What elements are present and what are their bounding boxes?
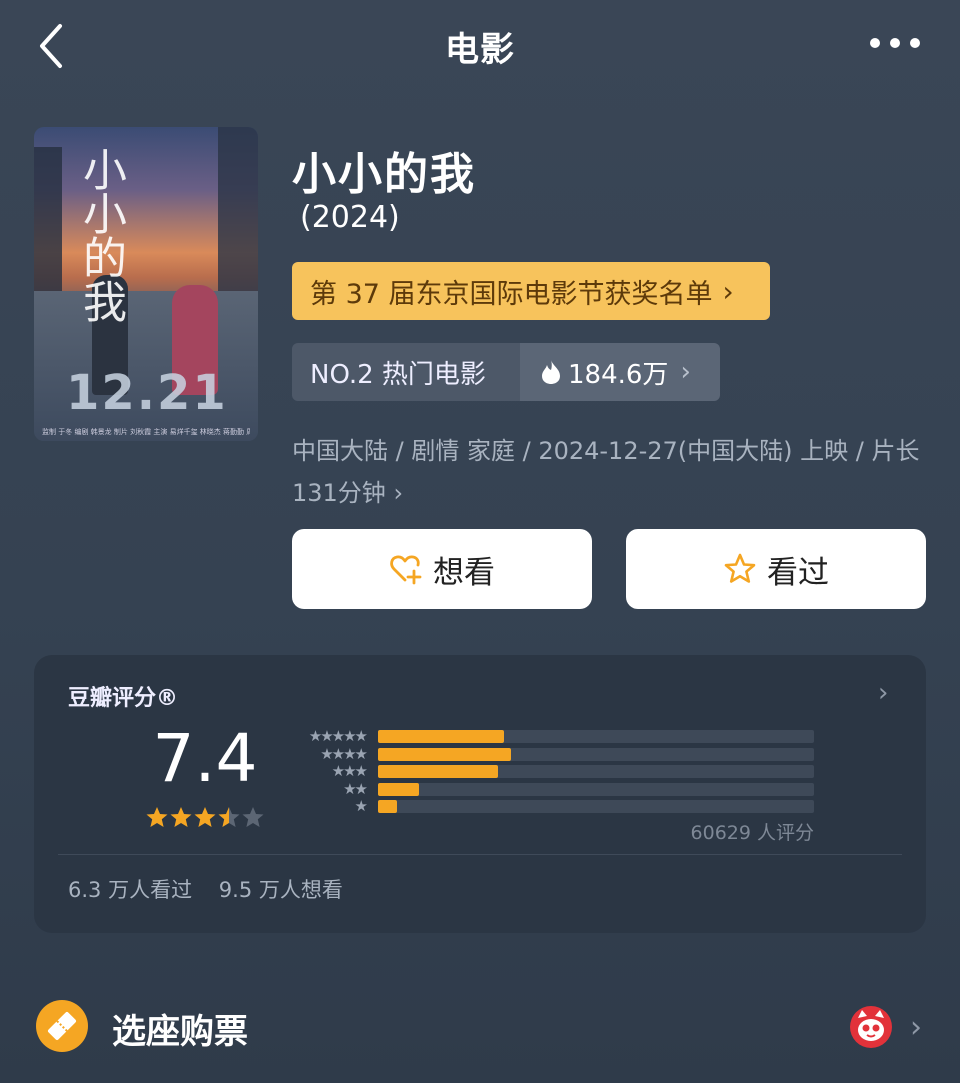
page-title: 电影 [445,30,515,70]
bar-fill [378,730,504,743]
bar-stars-label: ★ [354,797,368,815]
bar-fill [378,782,419,796]
rank-badge[interactable]: NO.2 热门电影 184.6万 › [292,343,720,401]
seen-count: 6.3 万人看过 [68,878,193,902]
flame-icon [542,360,560,384]
star-icon [242,807,264,827]
movie-title: 小小的我 [292,149,476,200]
rank-label: NO.2 热门电影 [292,343,520,401]
bar-fill [378,800,398,813]
bar-track [378,782,814,796]
divider [58,854,902,855]
want-label: 想看 [433,554,495,591]
heat-value: 184.6万 [568,359,669,390]
duration-text: 131分钟 [292,479,386,507]
heat-section: 184.6万 › [520,343,720,401]
movie-poster[interactable]: 小小的我 12.21 监制 于冬 编剧 韩景龙 制片 刘秋霞 主演 易烊千玺 林… [34,127,258,441]
bar-stars-label: ★★★★ [320,744,368,763]
poster-credits: 监制 于冬 编剧 韩景龙 制片 刘秋霞 主演 易烊千玺 林晓杰 蒋勤勤 周雨彤 [42,428,250,436]
award-banner-label: 第 37 届东京国际电影节获奖名单 [310,278,713,310]
buy-ticket-link[interactable]: 选座购票 [112,1004,248,1053]
rating-stars [146,806,264,828]
rating-source-label: 豆瓣评分® [68,686,179,711]
bar-track [378,747,814,761]
chevron-right-icon[interactable]: › [878,678,888,708]
bar-stars-label: ★★★ [331,762,368,780]
poster-title: 小小的我 [75,147,126,323]
chevron-right-icon[interactable]: › [910,1010,922,1045]
star-icon [146,807,168,827]
bar-fill [378,747,512,761]
bar-fill [378,765,498,778]
seen-label: 看过 [767,554,829,591]
more-options-button[interactable] [870,38,920,52]
more-dot-icon [910,38,920,48]
chevron-right-icon: › [722,274,734,308]
movie-meta[interactable]: 中国大陆 / 剧情 家庭 / 2024-12-27(中国大陆) 上映 / 片长 … [292,430,932,514]
more-dot-icon [890,38,900,48]
meta-line: 中国大陆 / 剧情 家庭 / 2024-12-27(中国大陆) 上映 / 片长 [292,437,920,465]
bar-stars-label: ★★★★★ [308,727,368,745]
star-icon [170,807,192,827]
star-icon [194,807,216,827]
rating-count: 60629 人评分 [690,822,814,844]
bar-track [378,730,814,743]
award-banner[interactable]: 第 37 届东京国际电影节获奖名单 › [292,262,770,320]
want-to-watch-button[interactable]: 想看 [292,529,592,609]
star-icon [218,807,240,827]
meta-line-duration: 131分钟 › [292,472,932,514]
watch-stats: 6.3 万人看过 9.5 万人想看 [68,874,343,904]
more-dot-icon [870,38,880,48]
chevron-right-icon: › [680,357,691,387]
heart-plus-icon [390,555,422,585]
poster-date: 12.21 [66,365,228,421]
watched-button[interactable]: 看过 [626,529,926,609]
rating-score: 7.4 [152,720,258,797]
bar-track [378,765,814,778]
maoyan-cat-icon [850,1006,892,1048]
chevron-right-icon: › [393,479,404,507]
movie-year: (2024) [300,200,400,235]
want-count: 9.5 万人想看 [218,878,343,902]
bar-stars-label: ★★ [343,779,368,798]
bar-track [378,800,814,813]
star-outline-icon [724,553,756,583]
ticket-icon [36,1000,88,1052]
